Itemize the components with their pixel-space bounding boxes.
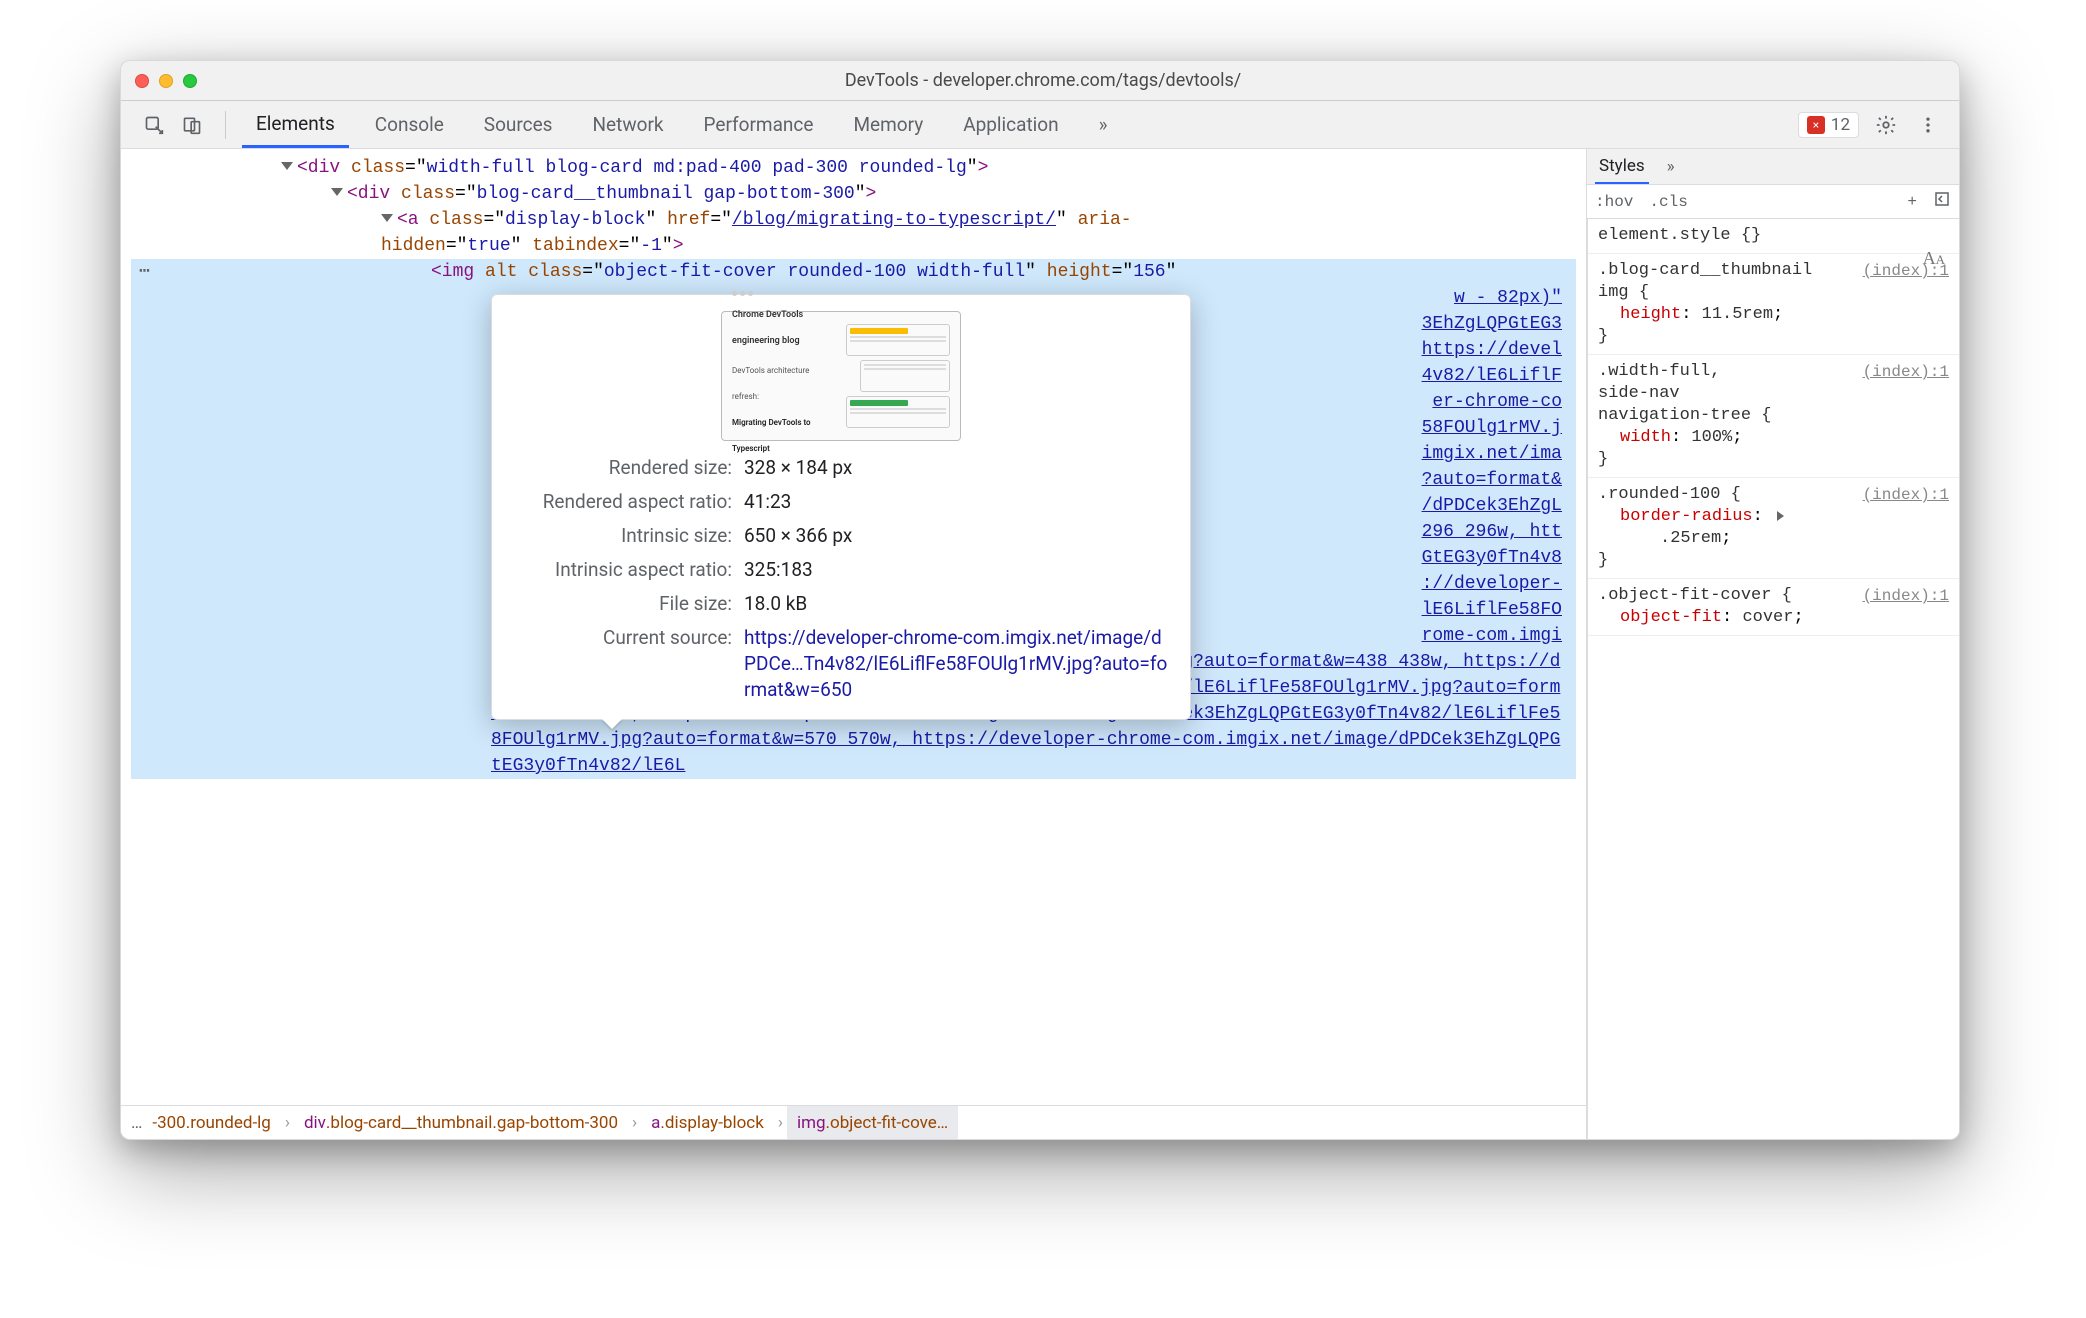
error-count: 12: [1831, 115, 1850, 135]
info-label: Rendered aspect ratio:: [512, 489, 732, 515]
computed-styles-toggle-icon[interactable]: [1925, 186, 1959, 217]
breadcrumb-item[interactable]: a.display-block: [641, 1106, 774, 1139]
dom-node[interactable]: <a class="display-block" href="/blog/mig…: [131, 207, 1576, 259]
devtools-tabbar: Elements Console Sources Network Perform…: [121, 101, 1959, 149]
info-value: 325:183: [744, 557, 1170, 583]
panel-tabs: Elements Console Sources Network Perform…: [242, 101, 1782, 148]
info-label: Rendered size:: [512, 455, 732, 481]
info-value: 41:23: [744, 489, 1170, 515]
hov-toggle[interactable]: :hov: [1587, 189, 1641, 215]
settings-gear-icon[interactable]: [1871, 110, 1901, 140]
styles-tabs-overflow-icon[interactable]: »: [1663, 151, 1679, 183]
info-label: Intrinsic aspect ratio:: [512, 557, 732, 583]
css-rule[interactable]: (index):1.object-fit-cover {object-fit: …: [1588, 579, 1959, 636]
error-count-badge[interactable]: × 12: [1798, 112, 1859, 138]
image-info-popover: Chrome DevTools engineering blog DevTool…: [491, 294, 1191, 720]
info-label: Intrinsic size:: [512, 523, 732, 549]
tab-console[interactable]: Console: [361, 101, 458, 148]
window-title: DevTools - developer.chrome.com/tags/dev…: [197, 70, 1889, 91]
image-thumbnail: Chrome DevTools engineering blog DevTool…: [721, 311, 961, 441]
info-value: 650 × 366 px: [744, 523, 1170, 549]
breadcrumb-item[interactable]: -300.rounded-lg: [142, 1106, 280, 1139]
dom-node[interactable]: <div class="width-full blog-card md:pad-…: [131, 155, 1576, 181]
dom-breadcrumb: … -300.rounded-lg›div.blog-card__thumbna…: [121, 1105, 1586, 1139]
info-value: 18.0 kB: [744, 591, 1170, 617]
traffic-lights: [135, 74, 197, 88]
close-icon[interactable]: [135, 74, 149, 88]
tab-sources[interactable]: Sources: [470, 101, 567, 148]
breadcrumb-overflow[interactable]: …: [131, 1113, 142, 1133]
styles-tabs: Styles »: [1587, 149, 1959, 185]
info-label: Current source:: [512, 625, 732, 703]
error-icon: ×: [1807, 116, 1825, 134]
breadcrumb-item[interactable]: img.object-fit-cove…: [787, 1106, 958, 1139]
tab-styles[interactable]: Styles: [1595, 150, 1649, 184]
minimize-icon[interactable]: [159, 74, 173, 88]
window-titlebar: DevTools - developer.chrome.com/tags/dev…: [121, 61, 1959, 101]
css-rule[interactable]: (index):1.rounded-100 {border-radius: .2…: [1588, 478, 1959, 579]
cls-toggle[interactable]: .cls: [1641, 189, 1695, 215]
dom-tree[interactable]: <div class="width-full blog-card md:pad-…: [121, 149, 1586, 1105]
href-link[interactable]: /blog/migrating-to-typescript/: [732, 210, 1056, 230]
css-rule[interactable]: element.style {}AA: [1588, 219, 1959, 254]
rule-source-link[interactable]: (index):1: [1863, 260, 1949, 282]
overflow-dots-icon[interactable]: ⋯: [139, 259, 150, 285]
styles-panel: Styles » :hov .cls + element.style {}AA(…: [1587, 149, 1959, 1139]
tab-elements[interactable]: Elements: [242, 101, 349, 148]
styles-toolbar: :hov .cls +: [1587, 185, 1959, 219]
elements-panel: <div class="width-full blog-card md:pad-…: [121, 149, 1587, 1139]
devtools-window: DevTools - developer.chrome.com/tags/dev…: [120, 60, 1960, 1140]
dom-node-selected[interactable]: ⋯ <img alt class="object-fit-cover round…: [131, 259, 1576, 285]
kebab-menu-icon[interactable]: [1913, 110, 1943, 140]
rule-source-link[interactable]: (index):1: [1863, 484, 1949, 506]
breadcrumb-item[interactable]: div.blog-card__thumbnail.gap-bottom-300: [294, 1106, 628, 1139]
tab-network[interactable]: Network: [578, 101, 677, 148]
rule-source-link[interactable]: (index):1: [1863, 361, 1949, 383]
styles-rules[interactable]: element.style {}AA(index):1.blog-card__t…: [1587, 219, 1959, 1139]
new-style-rule-button[interactable]: +: [1899, 189, 1925, 215]
tab-memory[interactable]: Memory: [839, 101, 937, 148]
info-value: 328 × 184 px: [744, 455, 1170, 481]
info-label: File size:: [512, 591, 732, 617]
css-rule[interactable]: (index):1.width-full,side-navnavigation-…: [1588, 355, 1959, 478]
tab-application[interactable]: Application: [949, 101, 1072, 148]
tab-performance[interactable]: Performance: [690, 101, 828, 148]
inspect-element-icon[interactable]: [139, 110, 169, 140]
dom-node[interactable]: <div class="blog-card__thumbnail gap-bot…: [131, 181, 1576, 207]
css-rule[interactable]: (index):1.blog-card__thumbnailimg {heigh…: [1588, 254, 1959, 355]
tabs-overflow-icon[interactable]: »: [1085, 101, 1122, 148]
rule-source-link[interactable]: (index):1: [1863, 585, 1949, 607]
device-toggle-icon[interactable]: [177, 110, 207, 140]
zoom-icon[interactable]: [183, 74, 197, 88]
current-source-link[interactable]: https://developer-chrome-com.imgix.net/i…: [744, 626, 1167, 701]
